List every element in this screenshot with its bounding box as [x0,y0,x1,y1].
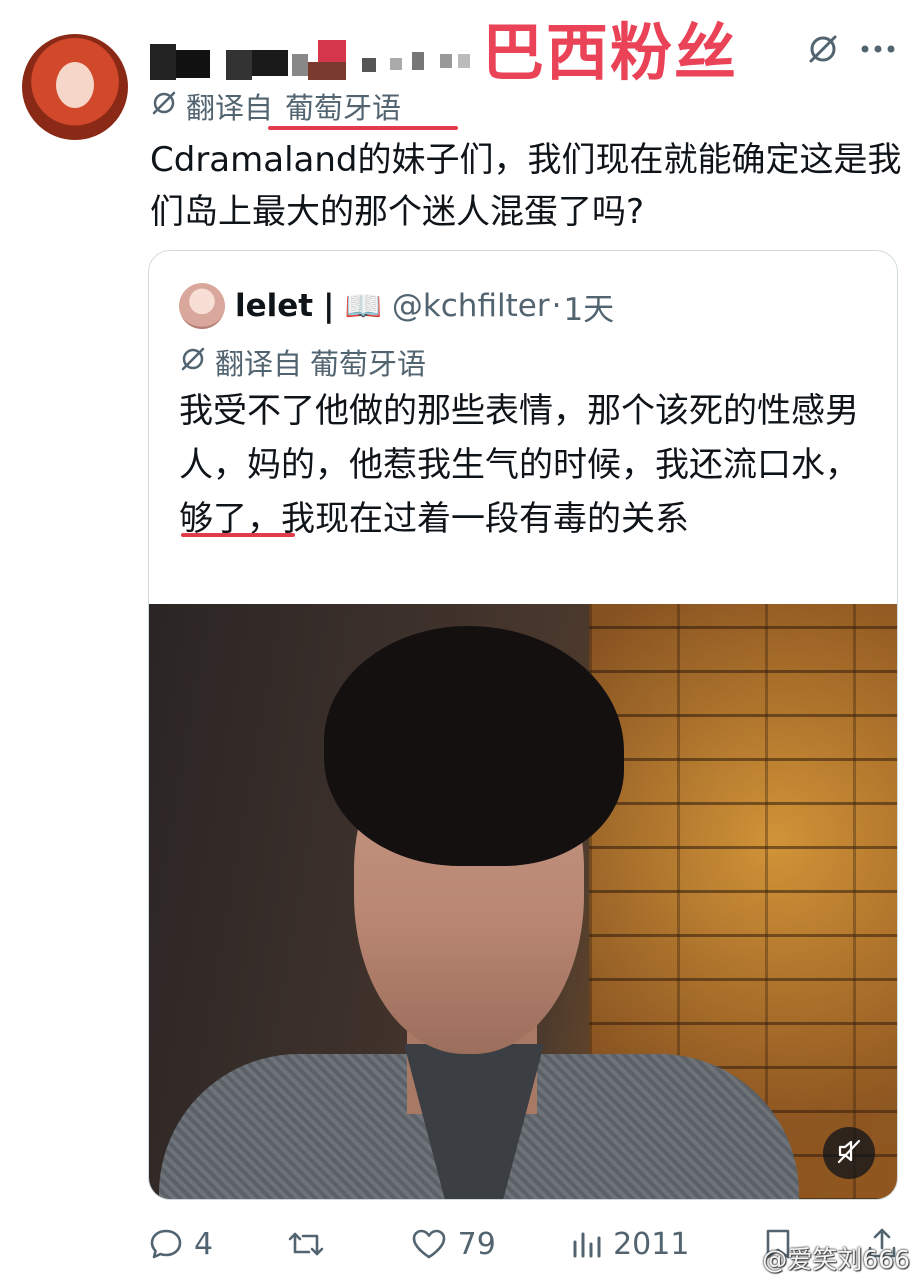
quote-translation-indicator[interactable]: 翻译自 葡萄牙语 [179,341,426,383]
quote-video[interactable] [149,604,897,1199]
reply-count: 4 [194,1226,214,1262]
quote-display-name[interactable]: lelet [235,288,313,324]
mute-button[interactable] [823,1127,875,1179]
person-hair [324,626,624,866]
muted-speaker-icon [835,1137,863,1169]
like-button[interactable]: 79 [410,1226,496,1262]
quote-handle[interactable]: @kchfilter [392,288,550,324]
translation-indicator[interactable]: 翻译自 葡萄牙语 [150,85,401,127]
source-language: 葡萄牙语 [285,91,402,125]
quote-avatar[interactable] [179,283,225,329]
book-emoji-icon: 📖 [344,288,382,324]
red-underline-drool [181,533,295,537]
quote-body: 我受不了他做的那些表情，那个该死的性感男人，妈的，他惹我生气的时候，我还流口水，… [179,391,859,539]
translate-icon [150,89,178,124]
quote-header: lelet | 📖 @kchfilter · 1天 [179,283,614,329]
translated-from-label: 翻译自 [186,91,274,125]
reply-icon [148,1226,184,1262]
quoted-tweet[interactable]: lelet | 📖 @kchfilter · 1天 翻译自 葡萄牙语 我受不了他… [148,250,898,1200]
quote-source-language: 葡萄牙语 [310,347,427,381]
top-right-icons [806,32,896,66]
quote-timestamp[interactable]: 1天 [563,284,614,329]
views-icon [569,1226,603,1262]
quote-translated-from-label: 翻译自 [215,347,303,381]
reply-button[interactable]: 4 [148,1226,213,1262]
like-count: 79 [457,1226,496,1262]
quote-dot: · [551,288,562,324]
weibo-watermark: @爱笑刘666 [726,1240,910,1276]
views-button[interactable]: 2011 [569,1226,689,1262]
avatar-face [56,62,94,108]
translate-icon [179,345,207,380]
watermark-text: @爱笑刘666 [762,1245,910,1274]
heart-icon [410,1226,448,1262]
tweet-body: Cdramaland的妹子们，我们现在就能确定这是我们岛上最大的那个迷人混蛋了吗… [150,140,902,232]
view-count: 2011 [613,1226,690,1262]
red-underline-language [268,126,458,130]
more-options-icon[interactable] [860,44,896,54]
repost-icon [286,1226,326,1262]
annotation-title: 巴西粉丝 [482,16,739,89]
grok-icon[interactable] [806,32,840,66]
author-avatar[interactable] [22,34,128,140]
repost-button[interactable] [286,1226,336,1262]
weibo-logo-icon [726,1242,756,1274]
quote-name-separator: | [323,288,335,324]
